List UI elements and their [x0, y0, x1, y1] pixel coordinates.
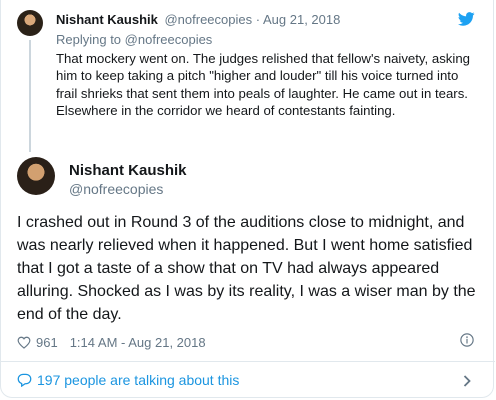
heart-icon[interactable] [17, 336, 31, 349]
conversation-link[interactable]: 197 people are talking about this [17, 372, 239, 388]
tweet-meta-row: 961 1:14 AM - Aug 21, 2018 [17, 333, 206, 351]
tweet-text: I crashed out in Round 3 of the audition… [17, 214, 476, 323]
parent-tweet-text: That mockery went on. The judges relishe… [56, 51, 470, 119]
embedded-tweet-card: Nishant Kaushik @nofreecopies · Aug 21, … [0, 0, 495, 398]
thread-connector-line [29, 40, 31, 152]
author-handle[interactable]: @nofreecopies [164, 12, 252, 27]
speech-bubble-icon [17, 373, 32, 387]
author-handle[interactable]: @nofreecopies [69, 181, 163, 197]
tweet-timestamp-link[interactable]: 1:14 AM - Aug 21, 2018 [70, 335, 206, 350]
separator-dot: · [255, 12, 261, 27]
author-name[interactable]: Nishant Kaushik [69, 162, 187, 179]
tweet-date-link[interactable]: Aug 21, 2018 [263, 12, 340, 27]
replying-to-handle-link[interactable]: @nofreecopies [125, 32, 213, 47]
replying-to-line: Replying to @nofreecopies [56, 32, 212, 47]
info-icon[interactable] [460, 333, 474, 347]
chevron-right-icon[interactable] [463, 375, 471, 387]
replying-to-label: Replying to [56, 32, 122, 47]
author-name[interactable]: Nishant Kaushik [56, 12, 158, 27]
conversation-label: 197 people are talking about this [37, 372, 240, 388]
like-count[interactable]: 961 [36, 335, 58, 350]
parent-tweet-header: Nishant Kaushik @nofreecopies · Aug 21, … [56, 12, 340, 27]
avatar[interactable] [17, 10, 43, 36]
divider [1, 361, 495, 362]
avatar[interactable] [17, 157, 55, 195]
twitter-bird-icon[interactable] [458, 12, 475, 26]
parent-tweet[interactable]: Nishant Kaushik @nofreecopies · Aug 21, … [1, 0, 495, 152]
